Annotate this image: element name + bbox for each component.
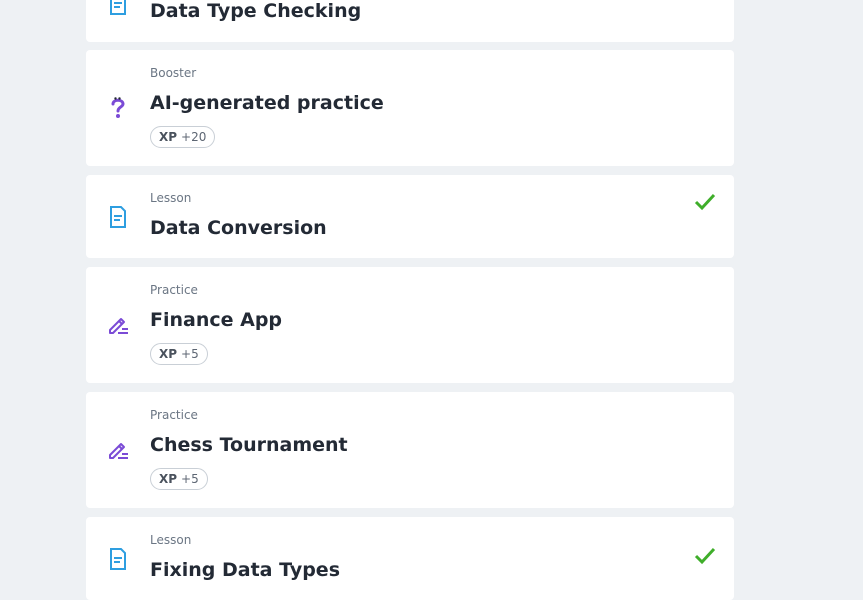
item-kind: Lesson <box>150 191 192 205</box>
document-icon <box>110 548 126 570</box>
item-title: Data Conversion <box>150 217 327 239</box>
xp-value: +20 <box>181 130 207 144</box>
list-item-fixing-data-types[interactable]: Lesson Fixing Data Types <box>86 517 734 600</box>
list-item-chess-tournament[interactable]: Practice Chess Tournament XP +5 <box>86 392 734 508</box>
item-kind: Practice <box>150 283 198 297</box>
document-icon <box>110 0 126 15</box>
item-title: Chess Tournament <box>150 434 348 456</box>
pencil-icon <box>109 318 128 334</box>
checkmark-icon <box>694 547 716 565</box>
xp-badge: XP +5 <box>150 343 208 365</box>
xp-badge: XP +5 <box>150 468 208 490</box>
item-title: AI-generated practice <box>150 92 384 114</box>
item-title: Fixing Data Types <box>150 559 340 581</box>
xp-label: XP <box>159 130 178 144</box>
list-item-data-type-checking[interactable]: Data Type Checking <box>86 0 734 42</box>
document-icon <box>110 206 126 228</box>
item-kind: Practice <box>150 408 198 422</box>
xp-label: XP <box>159 472 178 486</box>
list-item-ai-generated-practice[interactable]: Booster AI-generated practice XP +20 <box>86 50 734 166</box>
xp-value: +5 <box>181 347 199 361</box>
pencil-icon <box>109 443 128 459</box>
item-kind: Lesson <box>150 533 192 547</box>
checkmark-icon <box>694 193 716 211</box>
list-item-data-conversion[interactable]: Lesson Data Conversion <box>86 175 734 258</box>
item-title: Finance App <box>150 309 283 331</box>
item-title: Data Type Checking <box>150 0 362 22</box>
item-kind: Booster <box>150 66 197 80</box>
xp-label: XP <box>159 347 178 361</box>
list-item-finance-app[interactable]: Practice Finance App XP +5 <box>86 267 734 383</box>
xp-badge: XP +20 <box>150 126 216 148</box>
xp-value: +5 <box>181 472 199 486</box>
question-mark-icon <box>111 97 125 118</box>
